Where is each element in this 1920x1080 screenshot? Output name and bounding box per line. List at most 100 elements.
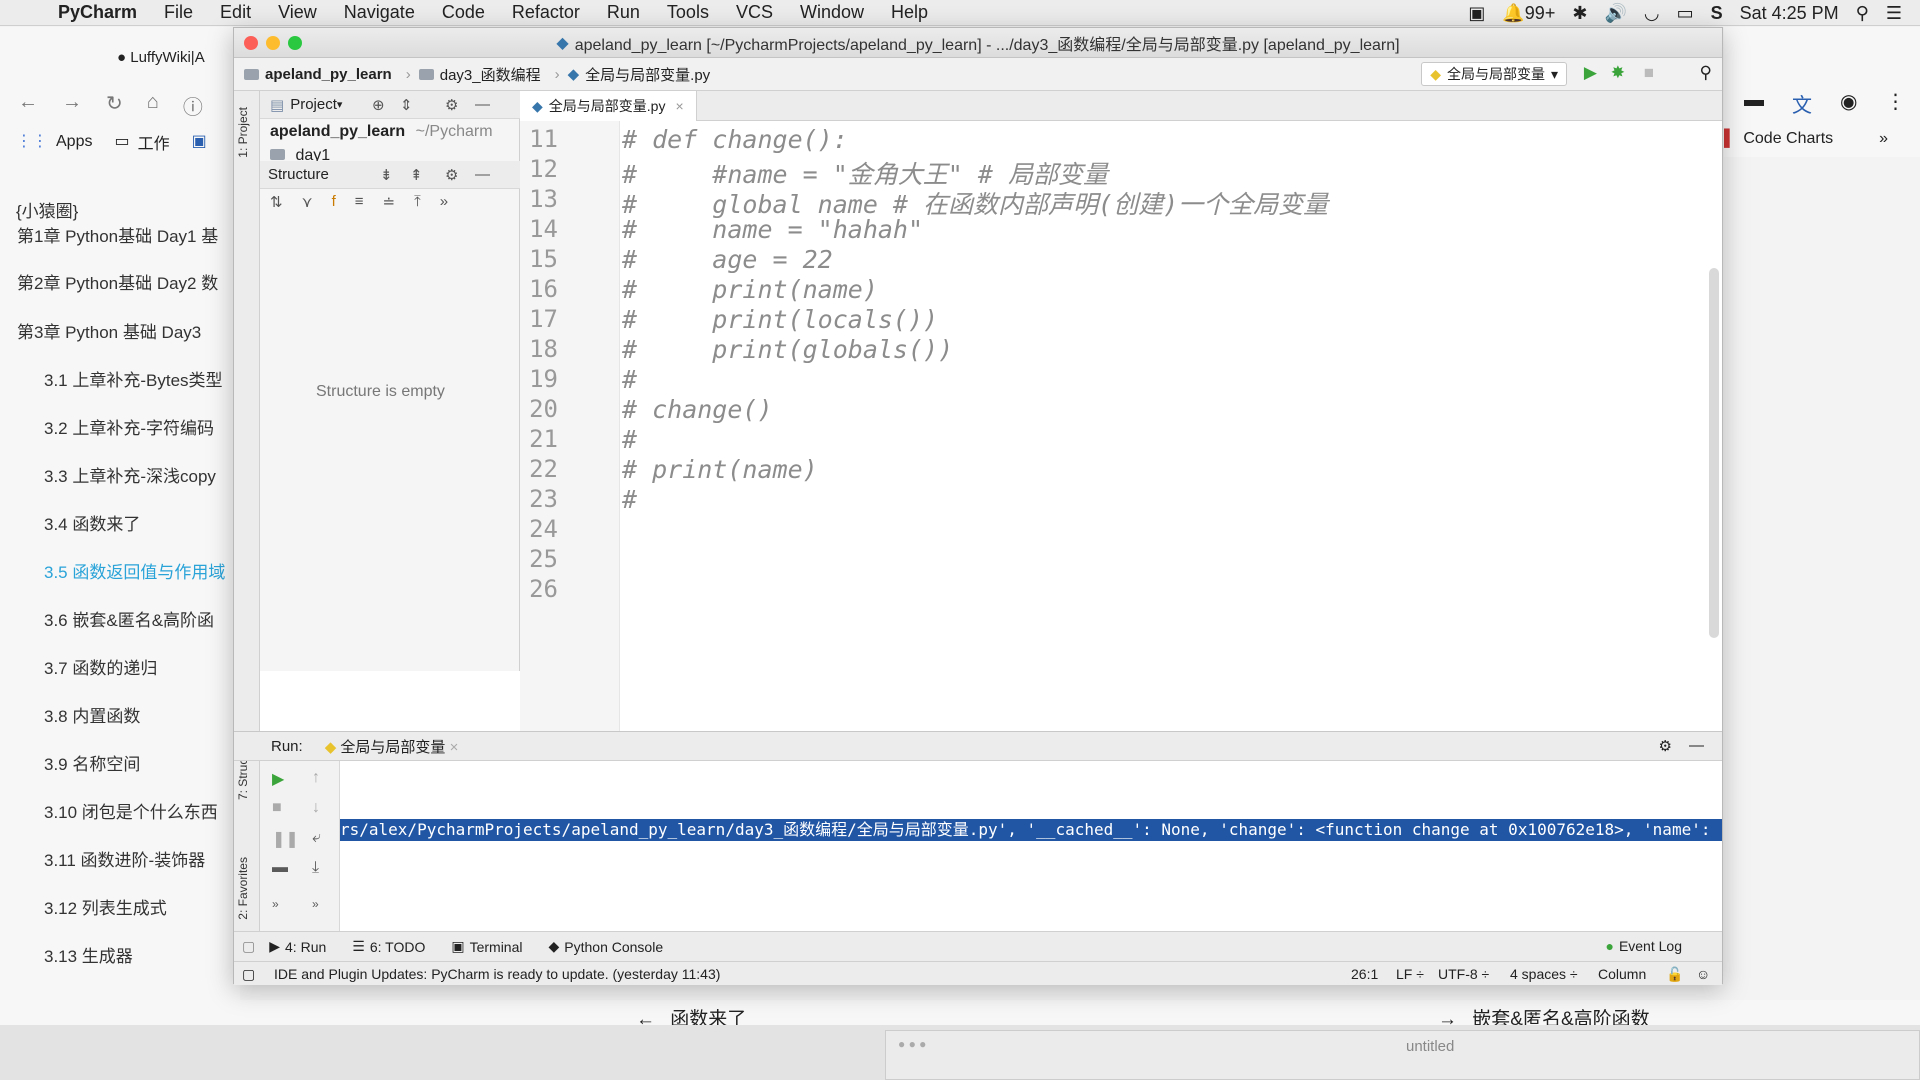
info-icon[interactable]: ⓘ [183,91,203,120]
site-nav-item[interactable]: 3.1 上章补充-Bytes类型 [44,366,223,391]
more-icon[interactable]: » [312,897,319,911]
hide-panel-icon[interactable]: — [1689,737,1704,754]
menu-file[interactable]: File [164,2,193,23]
scroll-down-icon[interactable]: ↓ [312,799,320,817]
zoom-window-icon[interactable] [288,36,302,50]
s-app-icon[interactable]: S [1711,4,1723,22]
breadcrumb-folder[interactable]: day3_函数编程 [418,64,541,85]
reload-icon[interactable]: ↻ [106,91,123,120]
home-icon[interactable]: ⌂ [147,91,159,120]
menu-refactor[interactable]: Refactor [512,2,580,23]
menu-navigate[interactable]: Navigate [344,2,415,23]
bottom-tab[interactable]: ▶ 4: Run [269,938,326,955]
close-tab-icon[interactable]: × [450,739,459,756]
menu-vcs[interactable]: VCS [736,2,773,23]
code-line[interactable]: # [622,485,637,514]
settings-gear-icon[interactable]: ⚙ [445,96,458,114]
minimize-window-icon[interactable] [266,36,280,50]
spotlight-search-icon[interactable]: ⚲ [1856,4,1869,22]
settings-gear-icon[interactable]: ⚙ [445,166,458,184]
screen-record-icon[interactable]: ▣ [1468,4,1485,22]
indent-setting[interactable]: 4 spaces ÷ [1510,966,1578,982]
breadcrumb-project[interactable]: apeland_py_learn [244,66,392,83]
translate-icon[interactable]: 文 [1792,89,1812,118]
stop-icon[interactable]: ■ [272,799,282,817]
forward-icon[interactable]: → [62,91,82,120]
bottom-tab[interactable]: ☰ 6: TODO [352,938,425,955]
menu-run[interactable]: Run [607,2,640,23]
battery-icon[interactable]: ▭ [1677,4,1694,22]
project-root[interactable]: apeland_py_learn ~/Pycharm [270,123,493,141]
site-nav-item[interactable]: 3.12 列表生成式 [44,894,167,919]
soft-wrap-icon[interactable]: ⤶ [312,829,321,847]
menu-edit[interactable]: Edit [220,2,251,23]
breadcrumb-file[interactable]: ◆ 全局与局部变量.py [568,64,711,85]
code-line[interactable]: # [622,365,637,394]
back-icon[interactable]: ← [18,91,38,120]
lock-icon[interactable]: 🔓 [1666,966,1683,983]
code-line[interactable]: # print(locals()) [622,305,938,334]
close-window-icon[interactable] [244,36,258,50]
run-configuration-select[interactable]: ◆ 全局与局部变量 ▾ [1421,62,1567,86]
account-icon[interactable]: ◉ [1840,89,1857,118]
code-line[interactable]: # change() [622,395,773,424]
run-output-line[interactable]: rs/alex/PycharmProjects/apeland_py_learn… [340,819,1722,841]
site-nav-item[interactable]: 第1章 Python基础 Day1 基 [17,222,218,247]
show-fields-icon[interactable]: f [332,193,336,211]
notification-indicator[interactable]: 🔔99+ [1502,3,1555,24]
sort-alpha-icon[interactable]: ⇅ [270,193,283,211]
chrome-menu-icon[interactable]: ⋮ [1885,89,1905,118]
tool-windows-icon[interactable]: ▢ [242,938,255,955]
locate-icon[interactable]: ⊕ [372,96,385,114]
stop-icon[interactable]: ■ [1644,63,1654,83]
bottom-tab[interactable]: ◆ Python Console [548,938,663,955]
site-nav-item[interactable]: 3.13 生成器 [44,942,133,967]
menu-window[interactable]: Window [800,2,864,23]
bottom-tab[interactable]: ▣ Terminal [451,938,522,955]
bookmark-site-icon[interactable]: ▣ [192,134,207,150]
debug-icon[interactable]: ✸ [1611,63,1625,83]
expand-all-icon[interactable]: ⇟ [380,166,393,184]
site-nav-item[interactable]: 3.10 闭包是个什么东西 [44,798,218,823]
clock[interactable]: Sat 4:25 PM [1740,3,1839,24]
site-nav-item[interactable]: 3.11 函数进阶-装饰器 [44,846,205,871]
status-message[interactable]: IDE and Plugin Updates: PyCharm is ready… [274,966,720,982]
menu-tools[interactable]: Tools [667,2,709,23]
bookmarks-more[interactable]: » [1879,130,1888,148]
caret-position[interactable]: 26:1 [1351,966,1378,982]
wifi-icon[interactable]: ◡ [1644,4,1660,22]
search-everywhere-icon[interactable]: ⚲ [1700,63,1712,83]
collapse-all-icon[interactable]: ⇞ [410,166,423,184]
column-mode[interactable]: Column [1598,966,1646,982]
collapse-all-icon[interactable]: ⇕ [400,96,413,114]
code-line[interactable]: # [622,425,637,454]
menu-code[interactable]: Code [442,2,485,23]
project-view-select[interactable]: Project [290,96,337,113]
layout-icon[interactable]: ▬ [272,859,288,877]
expand-icon[interactable]: ≡ [355,193,364,211]
site-nav-item[interactable]: 第2章 Python基础 Day2 数 [17,269,218,294]
close-tab-icon[interactable]: × [675,98,683,114]
bookmark-apps[interactable]: Apps [56,133,92,151]
run-tab[interactable]: ◆ 全局与局部变量 × [325,736,459,757]
browser-tab[interactable]: ● LuffyWiki|A [117,49,205,66]
run-icon[interactable]: ▶ [1584,63,1597,83]
site-group[interactable]: {小猿圈} [16,197,78,222]
background-window[interactable]: ● ● ● untitled [885,1030,1920,1080]
site-nav-item[interactable]: 3.2 上章补充-字符编码 [44,414,214,439]
hide-panel-icon[interactable]: — [475,96,490,113]
code-line[interactable]: # age = 22 [622,245,833,274]
site-nav-item[interactable]: 3.3 上章补充-深浅copy [44,462,216,487]
app-menu[interactable]: PyCharm [58,2,137,23]
site-nav-item[interactable]: 3.7 函数的递归 [44,654,157,679]
site-nav-item[interactable]: 3.4 函数来了 [44,510,140,535]
menu-view[interactable]: View [278,2,317,23]
site-nav-item[interactable]: 3.8 内置函数 [44,702,140,727]
code-line[interactable]: # name = "hahah" [622,215,923,244]
event-log-button[interactable]: ● Event Log [1605,938,1682,954]
scroll-to-end-icon[interactable]: ⤓ [312,859,319,877]
collapse-icon[interactable]: ≐ [383,193,396,211]
bookmark-code-charts[interactable]: Code Charts [1743,130,1833,148]
bookmark-work[interactable]: 工作 [138,130,170,154]
code-line[interactable]: # print(globals()) [622,335,953,364]
